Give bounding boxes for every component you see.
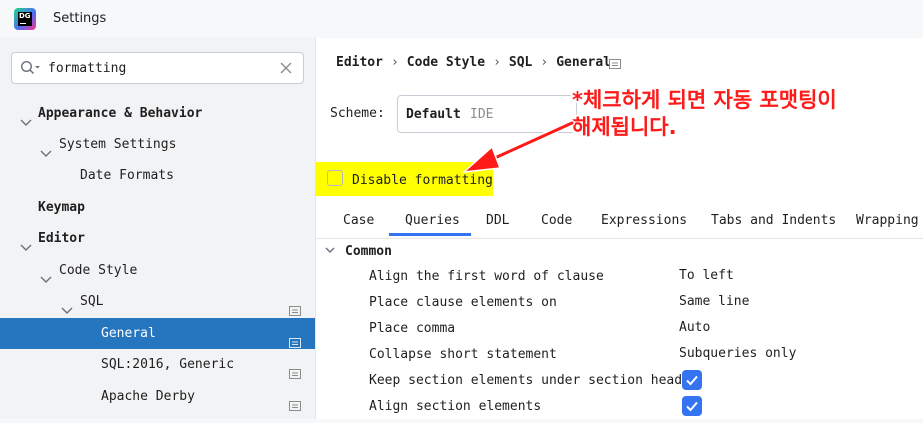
tab-case[interactable]: Case xyxy=(343,213,374,228)
option-value-dropdown[interactable]: Subqueries only xyxy=(679,346,796,361)
datagrip-app-icon: DG xyxy=(14,8,36,30)
sidebar-item[interactable]: Apache Derby xyxy=(0,381,315,412)
annotation-line-1: *체크하게 되면 자동 포맷팅이 xyxy=(572,88,837,112)
breadcrumb-separator: › xyxy=(540,55,549,70)
sidebar-item-label: Keymap xyxy=(38,200,85,215)
active-tab-indicator xyxy=(389,233,471,236)
tab-ddl[interactable]: DDL xyxy=(486,213,509,228)
chevron-down-icon[interactable] xyxy=(324,244,336,260)
sidebar-item-label: Date Formats xyxy=(80,168,174,183)
option-value-dropdown[interactable]: Auto xyxy=(679,320,710,335)
breadcrumb: Editor › Code Style › SQL › General xyxy=(336,55,611,70)
section-label: Common xyxy=(345,244,392,259)
option-name: Align section elements xyxy=(369,399,542,414)
option-value-dropdown[interactable]: Same line xyxy=(679,294,749,309)
tab-code[interactable]: Code xyxy=(541,213,572,228)
sidebar-item[interactable]: Keymap xyxy=(0,192,315,223)
option-name: Align the first word of clause xyxy=(369,269,604,284)
title-bar: DG Settings xyxy=(0,0,923,38)
disable-formatting-checkbox[interactable] xyxy=(327,170,343,186)
sidebar-item[interactable]: Code Style xyxy=(0,255,315,286)
scheme-label: Scheme: xyxy=(330,106,385,121)
disable-formatting-label[interactable]: Disable formatting xyxy=(352,173,493,188)
app-icon-text: DG xyxy=(19,12,31,20)
scheme-sub: IDE xyxy=(470,107,494,122)
option-row: Collapse short statement Subqueries only xyxy=(316,342,923,368)
settings-search[interactable] xyxy=(11,52,304,84)
close-icon[interactable] xyxy=(279,61,293,79)
search-input[interactable] xyxy=(48,59,268,77)
option-name: Collapse short statement xyxy=(369,347,557,362)
sidebar-item-label: SQL xyxy=(80,294,104,309)
annotation-line-2: 해제됩니다. xyxy=(572,115,677,139)
tab-queries[interactable]: Queries xyxy=(405,213,460,228)
sidebar-item-label: Code Style xyxy=(59,263,138,278)
option-name: Place clause elements on xyxy=(369,295,557,310)
tab-wrapping[interactable]: Wrapping xyxy=(856,213,919,228)
option-name: Keep section elements under section head… xyxy=(369,373,698,388)
annotation-text: *체크하게 되면 자동 포맷팅이 해제됩니다. xyxy=(572,87,837,141)
sidebar-item[interactable]: Editor xyxy=(0,223,315,254)
option-checkbox[interactable] xyxy=(682,370,702,390)
window-title: Settings xyxy=(53,11,107,26)
sidebar-item-label: Appearance & Behavior xyxy=(38,106,203,121)
sidebar-item-label: General xyxy=(101,326,156,341)
option-row: Place comma Auto xyxy=(316,316,923,342)
sidebar-item[interactable]: SQL xyxy=(0,286,315,317)
scheme-value: Default xyxy=(406,107,461,122)
project-scope-icon xyxy=(609,58,621,73)
settings-sidebar: Appearance & Behavior System Settings Date… xyxy=(0,38,316,419)
project-scope-icon xyxy=(289,392,301,423)
option-row: Align section elements xyxy=(316,394,923,420)
sidebar-item-label: SQL:2016, Generic xyxy=(101,357,235,372)
breadcrumb-separator: › xyxy=(390,55,399,70)
breadcrumb-item: General xyxy=(556,55,612,70)
breadcrumb-separator: › xyxy=(493,55,501,70)
scheme-dropdown[interactable]: Default IDE xyxy=(397,95,577,133)
sidebar-item-label: Apache Derby xyxy=(101,389,195,404)
breadcrumb-item[interactable]: SQL xyxy=(509,55,532,70)
sidebar-item-label: System Settings xyxy=(59,137,177,152)
sidebar-item[interactable]: Date Formats xyxy=(0,160,315,191)
breadcrumb-item[interactable]: Editor xyxy=(336,55,383,70)
sidebar-item[interactable]: SQL:2016, Generic xyxy=(0,349,315,380)
sidebar-item[interactable]: General xyxy=(0,318,315,349)
breadcrumb-item[interactable]: Code Style xyxy=(407,55,485,70)
tab-expressions[interactable]: Expressions xyxy=(601,213,687,228)
sidebar-item-label: Editor xyxy=(38,231,85,246)
option-name: Place comma xyxy=(369,321,456,336)
option-row: Place clause elements on Same line xyxy=(316,290,923,316)
option-row: Align the first word of clause To left xyxy=(316,264,923,290)
option-value-dropdown[interactable]: To left xyxy=(679,268,734,283)
option-row: Keep section elements under section head… xyxy=(316,368,923,394)
option-checkbox[interactable] xyxy=(682,396,702,416)
search-icon[interactable] xyxy=(20,60,42,80)
tab-tabs-and-indents[interactable]: Tabs and Indents xyxy=(711,213,836,228)
sidebar-item[interactable]: System Settings xyxy=(0,129,315,160)
sidebar-item[interactable]: Appearance & Behavior xyxy=(0,98,315,129)
